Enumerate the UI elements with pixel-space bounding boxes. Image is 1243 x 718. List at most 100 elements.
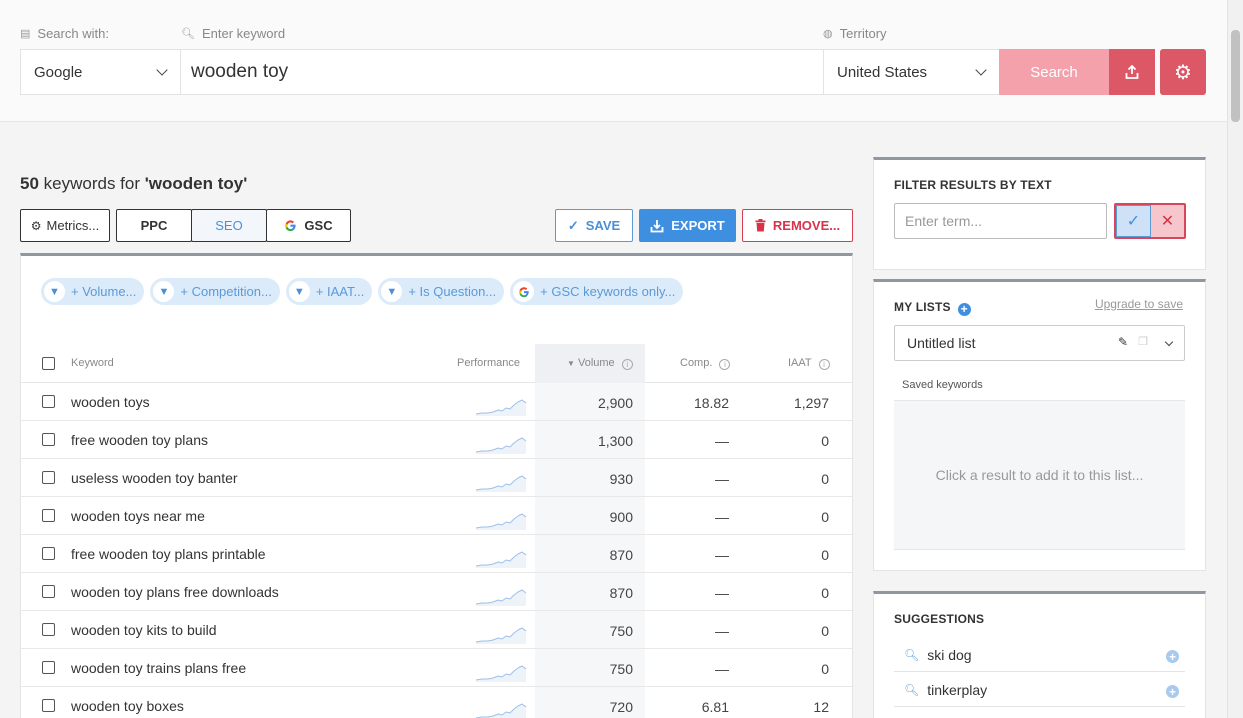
table-row[interactable]: wooden toys near me 900 — 0 [21,497,852,535]
chevron-down-icon [975,64,987,76]
row-checkbox[interactable] [42,433,55,446]
row-checkbox[interactable] [42,471,55,484]
download-icon [650,219,664,232]
pencil-icon[interactable]: ✎ [1118,335,1128,349]
keyword-cell[interactable]: wooden toy trains plans free [71,660,246,676]
keyword-cell[interactable]: free wooden toy plans [71,432,208,448]
table-row[interactable]: useless wooden toy banter 930 — 0 [21,459,852,497]
iaat-cell: 0 [821,623,829,639]
performance-sparkline [475,665,527,682]
save-button[interactable]: ✓ SAVE [555,209,633,242]
header-comp[interactable]: Comp. i [680,357,731,370]
keyword-cell[interactable]: wooden toy boxes [71,698,184,714]
volume-cell: 750 [609,661,633,677]
iaat-cell: 0 [821,509,829,525]
header-keyword[interactable]: Keyword [71,357,114,369]
header-performance: Performance [457,357,520,369]
table-row[interactable]: wooden toy trains plans free 750 — 0 [21,649,852,687]
gear-icon: ⚙ [30,218,42,233]
iaat-cell: 0 [821,471,829,487]
territory-label: ◍ Territory [823,26,887,41]
table-row[interactable]: wooden toy kits to build 750 — 0 [21,611,852,649]
tab-ppc[interactable]: PPC [116,209,192,242]
copy-icon[interactable]: ❐ [1138,335,1148,348]
tab-seo[interactable]: SEO [191,209,267,242]
add-suggestion-icon[interactable]: + [1166,685,1179,699]
settings-button[interactable]: ⚙ [1160,49,1206,95]
list-select[interactable]: Untitled list ✎ ❐ [894,325,1185,361]
volume-cell: 750 [609,623,633,639]
performance-sparkline [475,589,527,606]
keyword-cell[interactable]: free wooden toy plans printable [71,546,266,562]
performance-sparkline [475,437,527,454]
filter-term-input[interactable]: Enter term... [894,203,1107,239]
performance-sparkline [475,399,527,416]
suggestion-item[interactable]: 🔍︎ ski dog + [894,638,1185,672]
filter-chip-competition[interactable]: ▼ + Competition... [150,278,280,305]
info-icon: i [719,359,731,370]
row-checkbox[interactable] [42,699,55,712]
row-checkbox[interactable] [42,509,55,522]
keyword-cell[interactable]: wooden toys near me [71,508,205,524]
suggestion-item[interactable]: 🔍︎ tinkerplay + [894,673,1185,707]
performance-sparkline [475,475,527,492]
keyword-cell[interactable]: wooden toys [71,394,150,410]
upgrade-link[interactable]: Upgrade to save [1095,297,1183,311]
sort-down-icon: ▼ [567,359,575,368]
remove-button[interactable]: REMOVE... [742,209,853,242]
row-checkbox[interactable] [42,623,55,636]
apply-filter-button[interactable]: ✓ [1116,205,1151,237]
comp-cell: — [715,433,729,449]
info-icon: i [818,359,830,370]
export-button[interactable]: EXPORT [639,209,736,242]
keyword-input[interactable]: wooden toy [180,49,824,95]
comp-cell: — [715,509,729,525]
row-checkbox[interactable] [42,395,55,408]
filter-chip-is-question[interactable]: ▼ + Is Question... [378,278,505,305]
scrollbar-thumb[interactable] [1231,30,1240,122]
add-list-icon[interactable]: + [957,302,971,316]
results-title: 50 keywords for 'wooden toy' [20,174,248,193]
performance-sparkline [475,627,527,644]
metrics-button[interactable]: ⚙ Metrics... [20,209,110,242]
filter-chip-iaat[interactable]: ▼ + IAAT... [285,278,373,305]
lists-card: MY LISTS + Upgrade to save Untitled list … [873,279,1206,571]
keyword-cell[interactable]: wooden toy plans free downloads [71,584,279,600]
engine-select[interactable]: Google [20,49,181,95]
page-scrollbar[interactable] [1227,0,1243,718]
table-row[interactable]: wooden toys 2,900 18.82 1,297 [21,383,852,421]
saved-keywords-box: Click a result to add it to this list... [894,400,1185,550]
filter-chip-volume[interactable]: ▼ + Volume... [41,278,145,305]
comp-cell: 6.81 [701,699,729,715]
comp-cell: — [715,471,729,487]
volume-cell: 870 [609,585,633,601]
select-all-checkbox[interactable] [42,357,55,370]
row-checkbox[interactable] [42,547,55,560]
filter-icon: ▼ [381,281,403,302]
add-suggestion-icon[interactable]: + [1166,650,1179,664]
iaat-cell: 0 [821,661,829,677]
share-button[interactable] [1109,49,1155,95]
volume-cell: 720 [609,699,633,715]
clear-filter-button[interactable]: ✕ [1151,205,1184,237]
territory-select[interactable]: United States [823,49,1000,95]
row-checkbox[interactable] [42,585,55,598]
filter-icon: ▼ [44,281,65,302]
keyword-cell[interactable]: useless wooden toy banter [71,470,238,486]
header-iaat[interactable]: IAAT i [788,357,830,370]
row-checkbox[interactable] [42,661,55,674]
tab-gsc[interactable]: GSC [266,209,351,242]
suggestions-card: SUGGESTIONS 🔍︎ ski dog + 🔍︎ tinkerplay + [873,591,1206,718]
table-row[interactable]: wooden toy plans free downloads 870 — 0 [21,573,852,611]
iaat-cell: 12 [813,699,829,715]
header-volume[interactable]: ▼ Volume i [567,357,633,370]
table-row[interactable]: free wooden toy plans 1,300 — 0 [21,421,852,459]
gear-icon: ⚙ [1174,61,1192,84]
filter-card: FILTER RESULTS BY TEXT Enter term... ✓ ✕ [873,157,1206,270]
keyword-cell[interactable]: wooden toy kits to build [71,622,217,638]
table-row[interactable]: free wooden toy plans printable 870 — 0 [21,535,852,573]
search-button[interactable]: Search [999,49,1109,95]
filter-chip-gsc[interactable]: + GSC keywords only... [510,278,684,305]
performance-sparkline [475,513,527,530]
table-row[interactable]: wooden toy boxes 720 6.81 12 [21,687,852,718]
